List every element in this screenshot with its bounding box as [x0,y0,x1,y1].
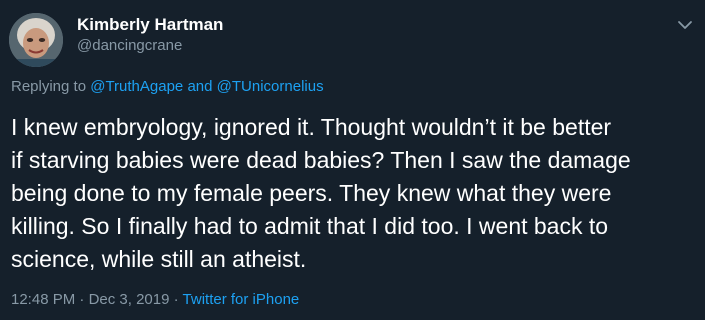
meta-separator: · [173,291,179,308]
avatar[interactable] [9,13,63,67]
tweet-text-line: I knew embryology, ignored it. Thought w… [11,114,612,140]
tweet-text: I knew embryology, ignored it. Thought w… [11,111,701,276]
tweet-meta: 12:48 PM · Dec 3, 2019 · Twitter for iPh… [11,290,299,310]
meta-separator: · [79,291,85,308]
author-display-name[interactable]: Kimberly Hartman [77,14,223,35]
tweet-card: Kimberly Hartman @dancingcrane Replying … [0,0,705,320]
tweet-time[interactable]: 12:48 PM [11,291,75,308]
tweet-text-line: science, while still an atheist. [11,246,307,272]
tweet-date[interactable]: Dec 3, 2019 [89,291,170,308]
author-handle[interactable]: @dancingcrane [77,36,223,55]
tweet-text-line: being done to my female peers. They knew… [11,180,612,206]
reply-mention-link[interactable]: @TruthAgape [90,78,183,95]
tweet-text-line: if starving babies were dead babies? The… [11,147,631,173]
reply-mention-link[interactable]: @TUnicornelius [217,78,324,95]
reply-prefix: Replying to [11,78,87,95]
reply-context: Replying to @TruthAgape and @TUnicorneli… [11,77,324,97]
avatar-image [9,13,63,67]
author-block: Kimberly Hartman @dancingcrane [77,14,223,55]
chevron-down-icon[interactable] [676,16,694,34]
tweet-text-line: killing. So I finally had to admit that … [11,213,609,239]
tweet-source-link[interactable]: Twitter for iPhone [183,291,300,308]
reply-conjunction: and [187,78,213,95]
